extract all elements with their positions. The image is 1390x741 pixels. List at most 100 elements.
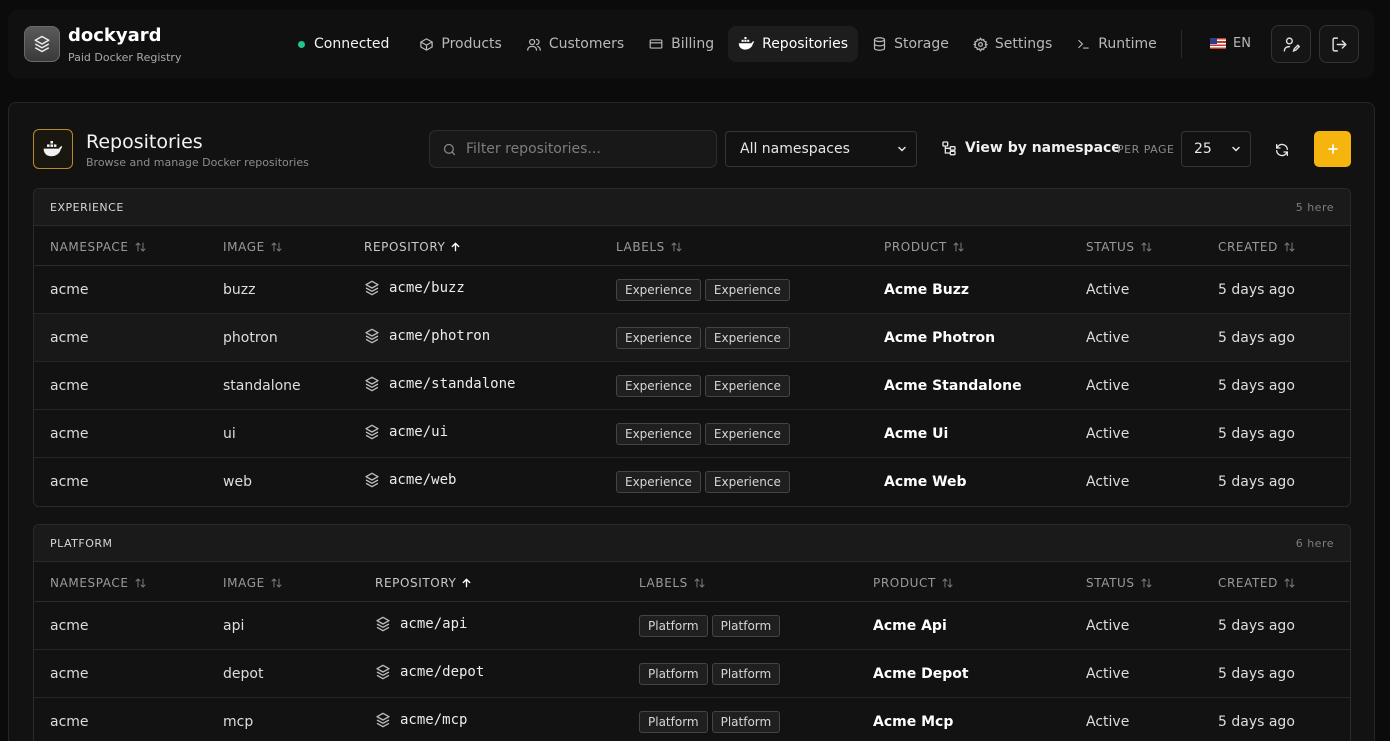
product-cell[interactable]: Acme Web: [884, 474, 967, 490]
repository-cell[interactable]: acme/ui: [364, 424, 448, 440]
per-page-select[interactable]: 25: [1181, 131, 1251, 167]
per-page-value: 25: [1194, 141, 1212, 157]
per-page-label: PER PAGE: [1117, 143, 1175, 156]
user-edit-icon: [1283, 36, 1300, 52]
table-header: NAMESPACE IMAGE REPOSITORY LABELS PRODUCT STA…: [34, 562, 1350, 602]
nav-item-runtime[interactable]: Runtime: [1066, 26, 1166, 62]
table-row[interactable]: acme depot acme/depot Platform Platform Acme …: [34, 650, 1350, 698]
namespace-select[interactable]: All namespaces: [725, 131, 917, 167]
label-tag: Platform: [711, 711, 781, 733]
namespace-cell: acme: [50, 330, 89, 346]
layers-icon: [376, 712, 390, 728]
nav-item-label: Storage: [894, 36, 949, 52]
repository-cell[interactable]: acme/photron: [364, 328, 490, 344]
created-cell: 5 days ago: [1218, 426, 1295, 442]
sort-icon: [942, 578, 953, 588]
sort-icon: [135, 242, 146, 252]
product-cell[interactable]: Acme Standalone: [884, 378, 1022, 394]
layers-icon: [365, 376, 379, 392]
column-header-labels[interactable]: LABELS: [616, 240, 683, 254]
nav-item-label: Billing: [671, 36, 715, 52]
sort-icon: [694, 578, 705, 588]
column-header-status[interactable]: STATUS: [1086, 240, 1153, 254]
column-header-namespace[interactable]: NAMESPACE: [50, 576, 147, 590]
profile-button[interactable]: [1271, 25, 1311, 63]
product-cell[interactable]: Acme Mcp: [873, 714, 953, 730]
page-title: Repositories: [86, 131, 203, 153]
created-cell: 5 days ago: [1218, 330, 1295, 346]
column-header-labels[interactable]: LABELS: [639, 576, 706, 590]
nav-item-settings[interactable]: Settings: [963, 26, 1062, 62]
namespace-cell: acme: [50, 426, 89, 442]
repository-cell[interactable]: acme/standalone: [364, 376, 515, 392]
nav-item-customers[interactable]: Customers: [516, 26, 634, 62]
labels-cell: Platform Platform: [639, 663, 784, 685]
column-header-label: STATUS: [1086, 576, 1135, 590]
product-cell[interactable]: Acme Depot: [873, 666, 969, 682]
nav-item-billing[interactable]: Billing: [638, 26, 724, 62]
view-by-namespace-label: View by namespace: [965, 140, 1121, 156]
repository-cell[interactable]: acme/mcp: [375, 712, 467, 728]
status-cell: Active: [1086, 378, 1130, 394]
search-input[interactable]: [466, 141, 706, 157]
logout-icon: [1331, 36, 1347, 52]
nav-item-storage[interactable]: Storage: [862, 26, 959, 62]
table-row[interactable]: acme mcp acme/mcp Platform Platform Acme Mcp A…: [34, 698, 1350, 741]
repository-cell[interactable]: acme/web: [364, 472, 456, 488]
column-header-product[interactable]: PRODUCT: [873, 576, 954, 590]
product-cell[interactable]: Acme Ui: [884, 426, 948, 442]
column-header-status[interactable]: STATUS: [1086, 576, 1153, 590]
column-header-image[interactable]: IMAGE: [223, 240, 283, 254]
label-tag: Experience: [616, 423, 701, 445]
repository-cell[interactable]: acme/buzz: [364, 280, 465, 296]
product-cell[interactable]: Acme Photron: [884, 330, 995, 346]
dockyard-logo-icon[interactable]: [24, 26, 60, 62]
column-header-created[interactable]: CREATED: [1218, 240, 1296, 254]
table-row[interactable]: acme buzz acme/buzz Experience Experience Acm…: [34, 266, 1350, 314]
chevron-down-icon: [898, 146, 906, 152]
image-cell: ui: [223, 426, 236, 442]
repository-name: acme/ui: [389, 424, 449, 440]
refresh-button[interactable]: [1265, 133, 1299, 167]
product-cell[interactable]: Acme Buzz: [884, 282, 969, 298]
language-switcher[interactable]: EN: [1210, 36, 1251, 51]
column-header-namespace[interactable]: NAMESPACE: [50, 240, 147, 254]
hierarchy-icon: [942, 141, 956, 156]
column-header-product[interactable]: PRODUCT: [884, 240, 965, 254]
nav-item-label: Runtime: [1098, 36, 1157, 52]
namespace-select-value: All namespaces: [740, 141, 850, 157]
repository-cell[interactable]: acme/api: [375, 616, 467, 632]
label-tag: Experience: [704, 327, 790, 349]
column-header-created[interactable]: CREATED: [1218, 576, 1296, 590]
repository-name: acme/buzz: [389, 280, 465, 296]
view-by-namespace-button[interactable]: View by namespace: [941, 140, 1121, 156]
table-row[interactable]: acme api acme/api Platform Platform Acme Api A…: [34, 602, 1350, 650]
add-repository-button[interactable]: [1314, 131, 1351, 167]
nav-item-repositories[interactable]: Repositories: [728, 26, 859, 62]
layers-icon: [365, 280, 379, 296]
table-row[interactable]: acme web acme/web Experience Experience Acme …: [34, 458, 1350, 506]
column-header-repository[interactable]: REPOSITORY: [364, 240, 461, 254]
label-tag: Platform: [639, 711, 708, 733]
nav-item-products[interactable]: Products: [409, 26, 511, 62]
repository-name: acme/photron: [389, 328, 491, 344]
table-row[interactable]: acme photron acme/photron Experience Experie…: [34, 314, 1350, 362]
labels-cell: Platform Platform: [639, 615, 784, 637]
search-box: [429, 130, 717, 168]
created-cell: 5 days ago: [1218, 618, 1295, 634]
group-header: PLATFORM 6 here: [34, 525, 1350, 562]
column-header-repository[interactable]: REPOSITORY: [375, 576, 472, 590]
label-tag: Platform: [639, 663, 708, 685]
column-header-label: NAMESPACE: [50, 240, 129, 254]
created-cell: 5 days ago: [1218, 282, 1295, 298]
repository-name: acme/api: [400, 616, 468, 632]
column-header-image[interactable]: IMAGE: [223, 576, 283, 590]
table-row[interactable]: acme ui acme/ui Experience Experience Acme Ui…: [34, 410, 1350, 458]
sort-icon: [1141, 242, 1152, 252]
table-row[interactable]: acme standalone acme/standalone Experience E…: [34, 362, 1350, 410]
repository-cell[interactable]: acme/depot: [375, 664, 484, 680]
box-icon: [420, 37, 434, 51]
product-cell[interactable]: Acme Api: [873, 618, 947, 634]
group-header: EXPERIENCE 5 here: [34, 189, 1350, 226]
logout-button[interactable]: [1319, 25, 1359, 63]
